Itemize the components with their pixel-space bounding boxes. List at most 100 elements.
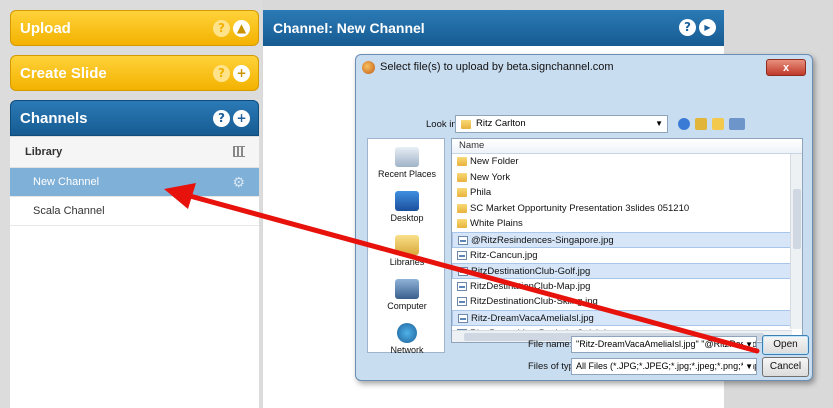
folder-icon [457,188,467,198]
place-label: Libraries [389,257,425,267]
file-list-item[interactable]: SC Market Opportunity Presentation 3slid… [452,201,802,217]
file-name: New York [470,171,511,183]
file-name: @RitzResindences-Singapore.jpg [471,234,614,246]
file-name: RitzDestinationClub-Skiing.jpg [470,296,598,308]
library-label: Library [25,146,63,158]
file-name-label: File name: [528,339,573,350]
channel-item-label: Scala Channel [33,205,105,217]
create-slide-label: Create Slide [20,65,107,82]
file-name: Ritz-DreamVacaAmeliaIsl.jpg [471,312,594,324]
channels-panel-header[interactable]: Channels ? + [10,100,259,136]
recent-places-icon [395,147,419,167]
place-label: Desktop [390,213,424,223]
file-list-item[interactable]: @RitzResindences-Singapore.jpg [452,231,802,248]
image-file-icon [458,313,468,323]
place-label: Network [390,345,424,355]
look-in-value: Ritz Carlton [476,118,526,129]
place-network[interactable]: Network [368,323,446,355]
open-button[interactable]: Open [762,335,809,355]
file-name: SC Market Opportunity Presentation 3slid… [470,202,690,214]
sidebar: Upload ? ▲ Create Slide ? + Channels ? +… [0,0,262,408]
dialog-nav-toolbar [678,115,745,133]
places-bar: Recent Places Desktop Libraries Computer… [367,138,446,355]
image-file-icon [457,250,467,260]
channels-help-icon[interactable]: ? [213,110,230,127]
channel-item-new-channel[interactable]: New Channel ⚙ [10,168,259,197]
folder-icon [457,157,467,166]
file-list-item[interactable]: RitzDestinationClub-Map.jpg [452,279,802,295]
file-name: RitzDestinationClub-Map.jpg [470,280,591,292]
create-slide-help-icon[interactable]: ? [213,65,230,82]
place-label: Recent Places [377,169,437,179]
back-icon[interactable] [678,118,690,130]
file-name: New Folder [470,156,519,167]
file-list-item[interactable]: White Plains [452,216,802,232]
file-rows: New Folder New York Phila SC Market Opportu… [452,154,802,342]
new-folder-icon[interactable] [712,118,724,130]
upload-help-icon[interactable]: ? [213,20,230,37]
grid-view-icon[interactable] [233,146,245,157]
folder-icon [461,120,471,129]
file-name-value: "Ritz-DreamVacaAmeliaIsl.jpg" "@RitzResi… [576,339,757,349]
image-file-icon [458,267,468,277]
scroll-thumb[interactable] [793,189,801,249]
place-recent-places[interactable]: Recent Places [368,147,446,179]
libraries-icon [395,235,419,255]
channel-title: Channel: New Channel [273,20,425,36]
network-icon [397,323,417,343]
gear-icon[interactable]: ⚙ [232,175,245,189]
channel-next-icon[interactable]: ▶ [699,19,716,36]
place-computer[interactable]: Computer [368,279,446,311]
image-file-icon [457,281,467,291]
channels-label: Channels [20,110,88,127]
file-name: Ritz-Cancun.jpg [470,249,538,261]
chevron-down-icon: ▼ [655,119,663,128]
dialog-titlebar[interactable]: Select file(s) to upload by beta.signcha… [356,55,812,80]
file-name: RitzDestinationClub-Golf.jpg [471,266,591,278]
channel-help-icon[interactable]: ? [679,19,696,36]
upload-expand-icon[interactable]: ▲ [233,20,250,37]
dialog-title: Select file(s) to upload by beta.signcha… [380,61,614,73]
place-desktop[interactable]: Desktop [368,191,446,223]
file-list-item[interactable]: RitzDestinationClub-Skiing.jpg [452,294,802,310]
chevron-down-icon[interactable]: ▼ [743,337,753,352]
file-name: White Plains [470,218,523,230]
place-label: Computer [387,301,427,311]
view-menu-icon[interactable] [729,118,745,130]
chevron-down-icon[interactable]: ▼ [743,359,753,374]
create-slide-panel-header[interactable]: Create Slide ? + [10,55,259,91]
folder-icon [457,219,467,229]
file-list-item[interactable]: Ritz-DreamVacaAmeliaIsl.jpg [452,309,802,326]
upload-panel-header[interactable]: Upload ? ▲ [10,10,259,46]
place-libraries[interactable]: Libraries [368,235,446,267]
cancel-button[interactable]: Cancel [762,357,809,377]
file-name: Phila [470,187,492,199]
file-list-item[interactable]: RitzDestinationClub-Golf.jpg [452,263,802,279]
file-list-item[interactable]: New York [452,170,802,186]
create-slide-add-icon[interactable]: + [233,65,250,82]
desktop-icon [395,191,419,211]
image-file-icon [457,297,467,307]
file-list-item[interactable]: New Folder [452,154,802,170]
computer-icon [395,279,419,299]
file-name-input[interactable]: "Ritz-DreamVacaAmeliaIsl.jpg" "@RitzResi… [571,336,757,353]
channel-item-label: New Channel [33,176,100,188]
close-button[interactable]: x [766,59,806,76]
file-list-item[interactable]: Ritz-Cancun.jpg [452,248,802,264]
file-list-item[interactable]: Phila [452,185,802,201]
column-header-name[interactable]: Name [452,139,802,154]
file-upload-dialog: Select file(s) to upload by beta.signcha… [355,54,813,381]
channel-item-scala-channel[interactable]: Scala Channel [10,197,259,226]
files-of-type-select[interactable]: All Files (*.JPG;*.JPEG;*.jpg;*.jpeg;*.p… [571,358,757,375]
folder-icon [457,172,467,182]
image-file-icon [458,235,468,245]
vertical-scrollbar[interactable] [790,154,802,329]
channel-header: Channel: New Channel ? ▶ [263,10,724,46]
channels-add-icon[interactable]: + [233,110,250,127]
library-header[interactable]: Library [10,137,259,168]
browser-app-icon [362,61,375,74]
look-in-select[interactable]: Ritz Carlton ▼ [455,115,668,133]
file-list: Name New Folder New York Phila SC Market Op… [451,138,803,343]
folder-icon [457,203,467,213]
up-folder-icon[interactable] [695,118,707,130]
